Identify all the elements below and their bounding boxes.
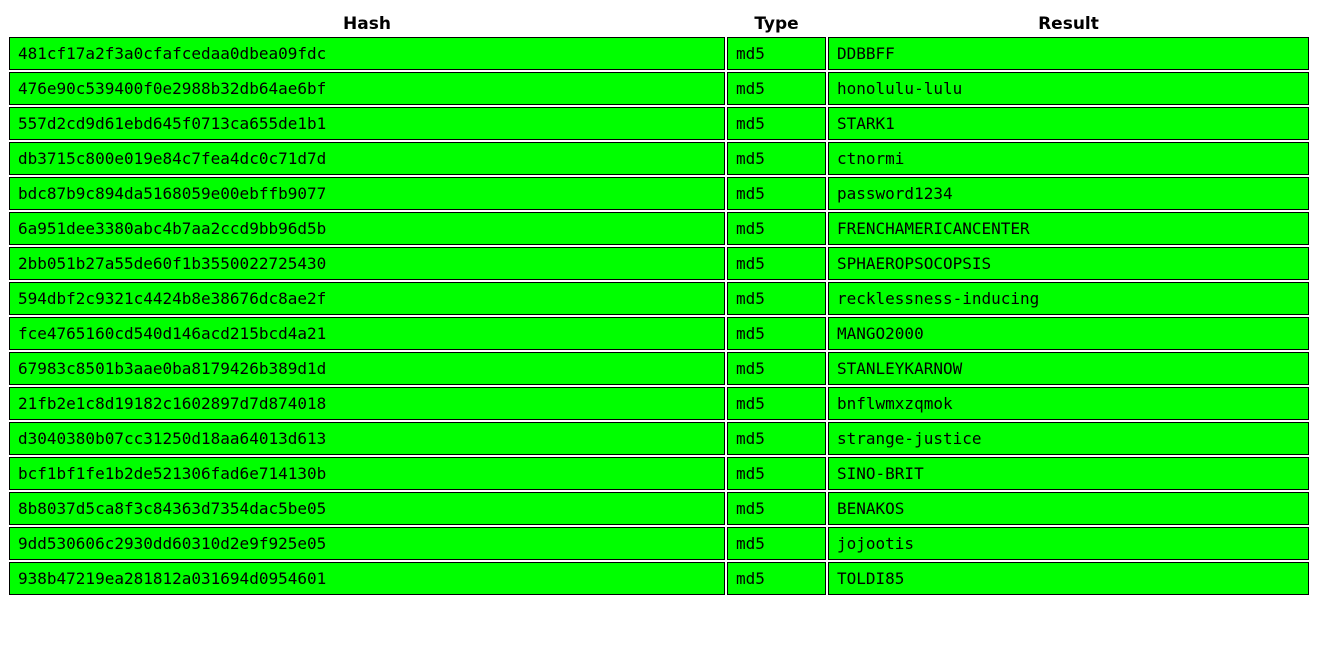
table-row: 2bb051b27a55de60f1b3550022725430 md5 SPHAE…: [9, 247, 1309, 280]
column-header-hash: Hash: [343, 13, 391, 34]
hash-cell: 8b8037d5ca8f3c84363d7354dac5be05: [9, 492, 725, 525]
result-cell: ctnormi: [828, 142, 1309, 175]
result-cell: strange-justice: [828, 422, 1309, 455]
hash-cell: bdc87b9c894da5168059e00ebffb9077: [9, 177, 725, 210]
hash-cell: d3040380b07cc31250d18aa64013d613: [9, 422, 725, 455]
hash-cell: 938b47219ea281812a031694d0954601: [9, 562, 725, 595]
type-cell: md5: [727, 457, 826, 490]
hash-cell: 557d2cd9d61ebd645f0713ca655de1b1: [9, 107, 725, 140]
hash-cell: 481cf17a2f3a0cfafcedaa0dbea09fdc: [9, 37, 725, 70]
type-cell: md5: [727, 387, 826, 420]
type-cell: md5: [727, 37, 826, 70]
hash-cell: 9dd530606c2930dd60310d2e9f925e05: [9, 527, 725, 560]
hash-cell: bcf1bf1fe1b2de521306fad6e714130b: [9, 457, 725, 490]
hash-cell: 6a951dee3380abc4b7aa2ccd9bb96d5b: [9, 212, 725, 245]
type-cell: md5: [727, 562, 826, 595]
table-header: Hash Type Result: [9, 12, 1309, 35]
table-row: bcf1bf1fe1b2de521306fad6e714130b md5 SINO-…: [9, 457, 1309, 490]
result-cell: DDBBFF: [828, 37, 1309, 70]
result-cell: FRENCHAMERICANCENTER: [828, 212, 1309, 245]
table-body: 481cf17a2f3a0cfafcedaa0dbea09fdc md5 DDBBF…: [9, 37, 1309, 595]
table-row: fce4765160cd540d146acd215bcd4a21 md5 MANGO…: [9, 317, 1309, 350]
type-cell: md5: [727, 107, 826, 140]
type-cell: md5: [727, 212, 826, 245]
column-header-type: Type: [754, 13, 799, 34]
result-cell: jojootis: [828, 527, 1309, 560]
table-row: 938b47219ea281812a031694d0954601 md5 TOLDI…: [9, 562, 1309, 595]
type-cell: md5: [727, 72, 826, 105]
table-row: 9dd530606c2930dd60310d2e9f925e05 md5 jojoo…: [9, 527, 1309, 560]
result-cell: TOLDI85: [828, 562, 1309, 595]
result-cell: SINO-BRIT: [828, 457, 1309, 490]
result-cell: SPHAEROPSOCOPSIS: [828, 247, 1309, 280]
table-row: 476e90c539400f0e2988b32db64ae6bf md5 honol…: [9, 72, 1309, 105]
table-row: d3040380b07cc31250d18aa64013d613 md5 stran…: [9, 422, 1309, 455]
hash-cell: 21fb2e1c8d19182c1602897d7d874018: [9, 387, 725, 420]
type-cell: md5: [727, 247, 826, 280]
header-row: Hash Type Result: [9, 12, 1309, 35]
hash-cell: fce4765160cd540d146acd215bcd4a21: [9, 317, 725, 350]
result-cell: MANGO2000: [828, 317, 1309, 350]
hash-cell: 594dbf2c9321c4424b8e38676dc8ae2f: [9, 282, 725, 315]
column-header-result: Result: [1038, 13, 1099, 34]
type-cell: md5: [727, 282, 826, 315]
result-cell: bnflwmxzqmok: [828, 387, 1309, 420]
result-cell: password1234: [828, 177, 1309, 210]
result-cell: STARK1: [828, 107, 1309, 140]
type-cell: md5: [727, 177, 826, 210]
hash-cell: 2bb051b27a55de60f1b3550022725430: [9, 247, 725, 280]
type-cell: md5: [727, 352, 826, 385]
type-cell: md5: [727, 527, 826, 560]
hash-cell: 67983c8501b3aae0ba8179426b389d1d: [9, 352, 725, 385]
table-row: 21fb2e1c8d19182c1602897d7d874018 md5 bnflw…: [9, 387, 1309, 420]
result-cell: recklessness-inducing: [828, 282, 1309, 315]
table-row: 6a951dee3380abc4b7aa2ccd9bb96d5b md5 FRENC…: [9, 212, 1309, 245]
result-cell: honolulu-lulu: [828, 72, 1309, 105]
type-cell: md5: [727, 317, 826, 350]
type-cell: md5: [727, 142, 826, 175]
type-cell: md5: [727, 492, 826, 525]
table-row: 594dbf2c9321c4424b8e38676dc8ae2f md5 reckl…: [9, 282, 1309, 315]
result-cell: STANLEYKARNOW: [828, 352, 1309, 385]
table-row: 67983c8501b3aae0ba8179426b389d1d md5 STANL…: [9, 352, 1309, 385]
hash-cell: 476e90c539400f0e2988b32db64ae6bf: [9, 72, 725, 105]
hash-cell: db3715c800e019e84c7fea4dc0c71d7d: [9, 142, 725, 175]
table-row: 8b8037d5ca8f3c84363d7354dac5be05 md5 BENAK…: [9, 492, 1309, 525]
table-row: 557d2cd9d61ebd645f0713ca655de1b1 md5 STARK…: [9, 107, 1309, 140]
type-cell: md5: [727, 422, 826, 455]
table-row: bdc87b9c894da5168059e00ebffb9077 md5 passw…: [9, 177, 1309, 210]
table-row: 481cf17a2f3a0cfafcedaa0dbea09fdc md5 DDBBF…: [9, 37, 1309, 70]
table-row: db3715c800e019e84c7fea4dc0c71d7d md5 ctnor…: [9, 142, 1309, 175]
hash-results-table: Hash Type Result 481cf17a2f3a0cfafcedaa0…: [7, 10, 1311, 597]
result-cell: BENAKOS: [828, 492, 1309, 525]
